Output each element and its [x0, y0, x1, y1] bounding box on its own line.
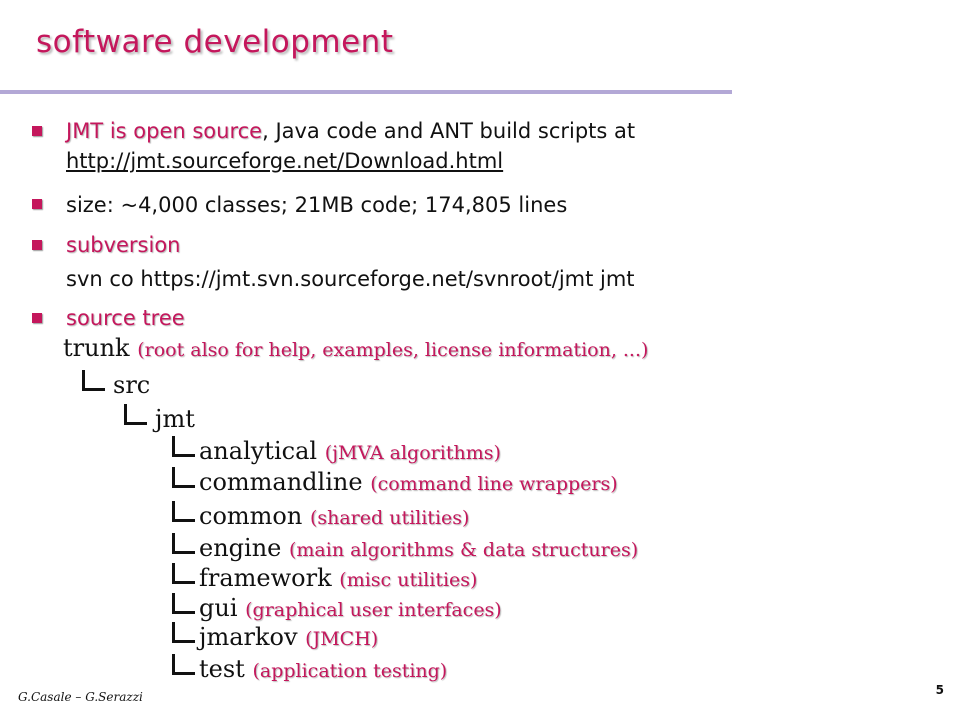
tree-node-common: common (shared utilities) — [172, 501, 469, 530]
tree-node-src: src — [82, 370, 150, 399]
bullet-subversion: subversion — [66, 233, 181, 257]
tree-node-engine: engine (main algorithms & data structure… — [172, 533, 638, 562]
tree-branch-icon — [172, 622, 195, 643]
svn-command: svn co https://jmt.svn.sourceforge.net/s… — [66, 267, 635, 291]
tree-node-jmt: jmt — [124, 404, 195, 433]
tree-branch-icon — [82, 370, 105, 391]
page-number: 5 — [935, 683, 944, 697]
tree-node-jmarkov: jmarkov (JMCH) — [172, 622, 378, 651]
tree-node-gui: gui (graphical user interfaces) — [172, 593, 502, 622]
bullet-square-icon — [32, 313, 42, 323]
slide-title: software development — [36, 24, 394, 60]
tree-node-name: framework — [199, 564, 332, 592]
bullet-square-icon — [32, 240, 42, 250]
bullet-square-icon — [32, 126, 42, 136]
tree-node-note: (graphical user interfaces) — [245, 599, 502, 621]
tree-node-name: engine — [199, 534, 282, 562]
bullet-source-tree: source tree — [66, 306, 185, 330]
tree-branch-icon — [172, 563, 195, 584]
tree-node-note: (main algorithms & data structures) — [289, 539, 639, 561]
tree-node-framework: framework (misc utilities) — [172, 563, 477, 592]
bullet-highlight: JMT is open source — [66, 119, 263, 143]
tree-node-name: jmarkov — [199, 623, 298, 651]
tree-node-name: trunk — [63, 334, 130, 362]
tree-branch-icon — [124, 404, 147, 425]
footer-authors: G.Casale – G.Serazzi — [18, 690, 143, 704]
tree-branch-icon — [172, 467, 195, 488]
tree-node-name: analytical — [199, 437, 318, 465]
tree-branch-icon — [172, 436, 195, 457]
tree-node-commandline: commandline (command line wrappers) — [172, 467, 618, 496]
tree-branch-icon — [172, 501, 195, 522]
tree-node-test: test (application testing) — [172, 654, 447, 683]
tree-node-note: (JMCH) — [305, 628, 379, 650]
tree-node-note: (misc utilities) — [339, 569, 478, 591]
tree-node-note: (jMVA algorithms) — [324, 442, 501, 464]
tree-root: trunk (root also for help, examples, lic… — [63, 334, 648, 362]
bullet-text: , Java code and ANT build scripts at — [262, 119, 636, 143]
title-divider — [0, 90, 732, 94]
tree-node-name: gui — [199, 594, 238, 622]
tree-node-name: src — [113, 371, 151, 399]
tree-node-note: (root also for help, examples, license i… — [137, 339, 649, 361]
download-link[interactable]: http://jmt.sourceforge.net/Download.html — [66, 149, 503, 173]
tree-node-name: commandline — [199, 468, 363, 496]
tree-node-note: (application testing) — [252, 660, 448, 682]
tree-branch-icon — [172, 533, 195, 554]
tree-branch-icon — [172, 593, 195, 614]
tree-node-note: (shared utilities) — [309, 507, 470, 529]
tree-node-name: jmt — [155, 405, 195, 433]
tree-branch-icon — [172, 654, 195, 675]
tree-node-note: (command line wrappers) — [370, 473, 618, 495]
bullet-open-source: JMT is open source, Java code and ANT bu… — [66, 119, 635, 143]
tree-node-name: test — [199, 655, 245, 683]
tree-node-name: common — [199, 502, 303, 530]
tree-node-analytical: analytical (jMVA algorithms) — [172, 436, 501, 465]
bullet-size: size: ~4,000 classes; 21MB code; 174,805… — [66, 193, 568, 217]
bullet-square-icon — [32, 199, 42, 209]
